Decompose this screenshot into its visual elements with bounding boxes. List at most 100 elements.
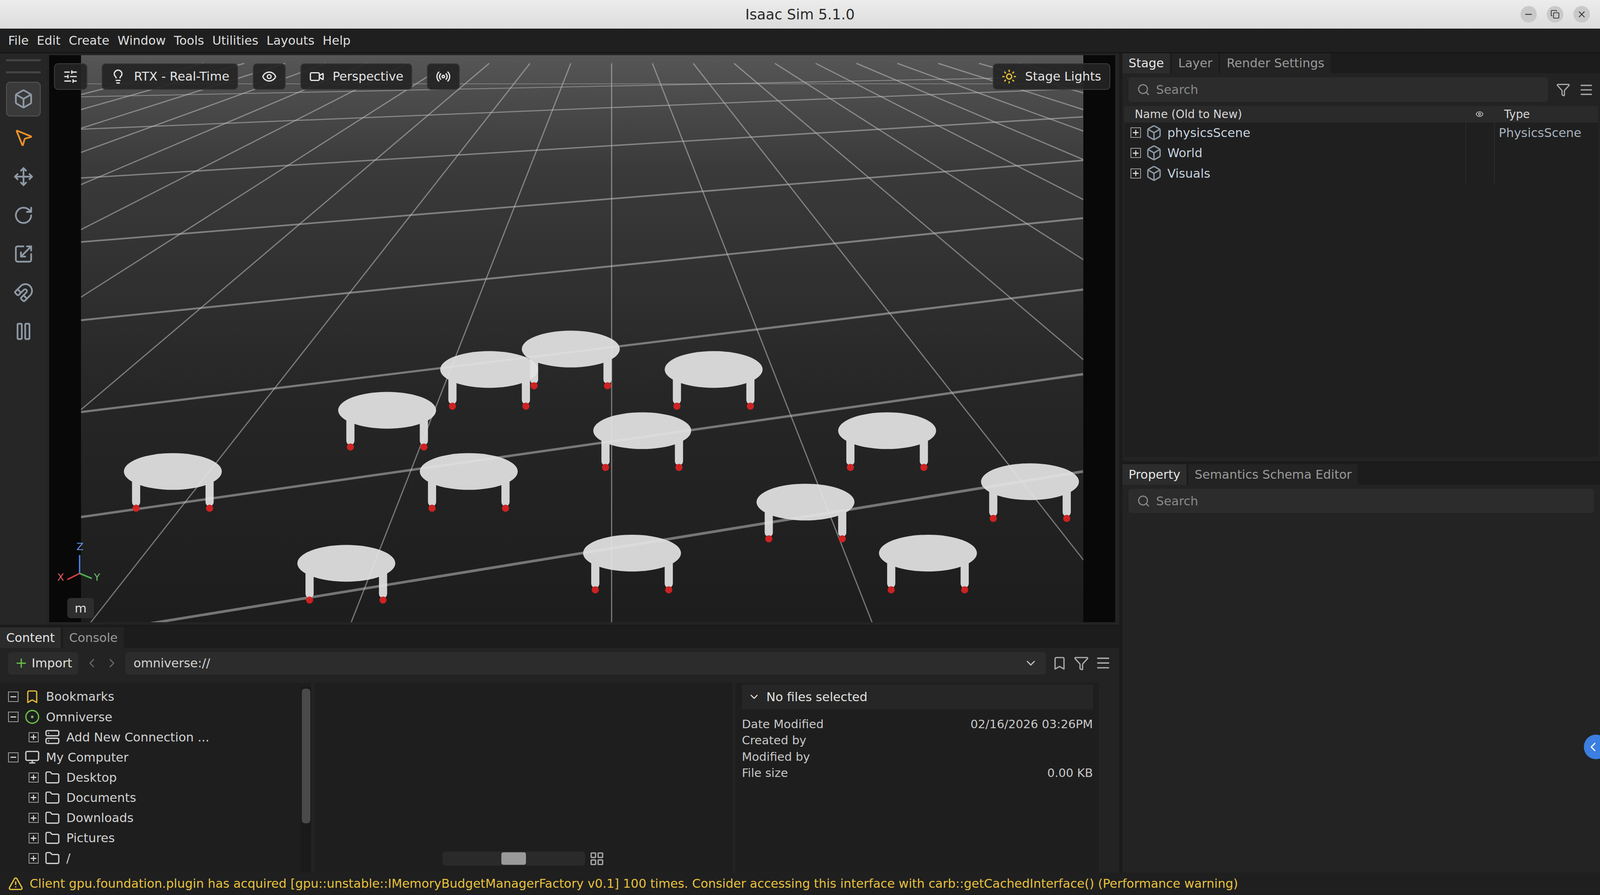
menu-item[interactable]: Layouts — [262, 33, 319, 48]
stage-search-row: Search — [1122, 73, 1600, 106]
import-button[interactable]: Import — [8, 652, 79, 675]
tree-item[interactable]: Omniverse — [8, 706, 302, 728]
expand-icon[interactable] — [28, 853, 39, 864]
menu-item[interactable]: Create — [64, 33, 114, 48]
visibility-cell[interactable] — [1465, 142, 1495, 164]
details-header[interactable]: No files selected — [741, 684, 1093, 710]
visibility-column[interactable] — [1465, 108, 1495, 121]
property-search[interactable]: Search — [1128, 488, 1594, 514]
options-button[interactable] — [1095, 654, 1112, 672]
stage-row[interactable]: physicsScenePhysicsScene — [1124, 122, 1598, 144]
tree-item[interactable]: / — [8, 848, 302, 869]
tool-button[interactable] — [6, 236, 41, 272]
tool-button[interactable] — [6, 314, 41, 350]
left-column: RTX - Real-TimePerspectiveStage LightsZX… — [0, 53, 1120, 873]
filter-button[interactable] — [1073, 655, 1089, 672]
zoom-slider[interactable] — [442, 851, 586, 866]
expand-icon[interactable] — [28, 812, 39, 823]
viewport-render[interactable] — [81, 55, 1083, 623]
options-button[interactable] — [1578, 82, 1594, 98]
bookmark-button[interactable] — [1051, 655, 1068, 672]
tool-button[interactable] — [6, 159, 41, 194]
forward-icon — [104, 656, 119, 671]
forward-button[interactable] — [104, 656, 119, 671]
tab[interactable]: Property — [1122, 464, 1187, 485]
scrollbar[interactable] — [301, 686, 312, 873]
tree-item[interactable]: Add New Connection ... — [8, 727, 302, 748]
menu-item[interactable]: File — [4, 33, 33, 48]
scroll-thumb[interactable] — [301, 688, 310, 824]
prim-type — [1494, 142, 1598, 164]
close-button[interactable] — [1573, 6, 1590, 23]
menu-item[interactable]: Tools — [169, 33, 208, 48]
collapse-icon[interactable] — [8, 691, 19, 702]
tree-item[interactable]: Documents — [8, 787, 302, 809]
menu-icon — [1578, 82, 1594, 98]
tab[interactable]: Semantics Schema Editor — [1188, 464, 1358, 485]
expand-icon[interactable] — [28, 772, 39, 783]
tree-item[interactable]: Desktop — [8, 767, 302, 788]
stage-row[interactable]: Visuals — [1124, 163, 1598, 184]
minimize-button[interactable] — [1520, 6, 1538, 23]
stage-search[interactable]: Search — [1128, 77, 1549, 102]
connection-icon — [44, 729, 61, 745]
tree-item[interactable]: Bookmarks — [8, 686, 302, 707]
menu-item[interactable]: Edit — [32, 33, 65, 48]
column-name[interactable]: Name (Old to New) — [1124, 107, 1466, 121]
menu-item[interactable]: Help — [318, 33, 355, 48]
tab[interactable]: Layer — [1171, 53, 1219, 74]
tree-item[interactable]: My Computer — [8, 747, 302, 768]
unit-button[interactable]: m — [67, 598, 94, 619]
column-type[interactable]: Type — [1494, 107, 1598, 121]
menu-item[interactable]: Window — [113, 33, 170, 48]
expand-icon[interactable] — [1130, 147, 1141, 158]
prim-icon — [1145, 165, 1163, 182]
expand-icon[interactable] — [28, 792, 39, 803]
window-controls — [1520, 6, 1590, 23]
filter-button[interactable] — [1556, 82, 1571, 97]
path-field[interactable]: omniverse:// — [125, 652, 1046, 675]
expand-icon[interactable] — [1130, 127, 1141, 138]
viewport[interactable]: RTX - Real-TimePerspectiveStage LightsZX… — [49, 55, 1116, 623]
viewport-toolbar: RTX - Real-Time Perspective Stage Lights — [54, 63, 1111, 90]
collapse-icon[interactable] — [8, 752, 19, 763]
sensor-button[interactable] — [426, 63, 460, 90]
menu-item[interactable]: Utilities — [208, 33, 263, 48]
content-toolbar: Import omniverse:// — [0, 648, 1120, 679]
eye-icon — [1475, 108, 1484, 121]
tool-button[interactable] — [6, 120, 41, 156]
tool-button[interactable] — [6, 275, 41, 311]
tree-item[interactable]: Downloads — [8, 808, 302, 829]
dropdown-icon[interactable] — [1023, 656, 1038, 671]
zoom-thumb[interactable] — [501, 852, 526, 865]
restore-button[interactable] — [1546, 6, 1564, 23]
renderer-button[interactable]: RTX - Real-Time — [101, 63, 239, 90]
tab[interactable]: Console — [62, 627, 124, 649]
collapse-icon[interactable] — [8, 711, 19, 722]
visibility-button[interactable] — [252, 63, 286, 90]
prim-type: PhysicsScene — [1494, 122, 1598, 144]
grip-handle[interactable] — [6, 59, 41, 74]
visibility-cell[interactable] — [1465, 163, 1495, 184]
stage-row[interactable]: World — [1124, 142, 1598, 164]
visibility-cell[interactable] — [1465, 122, 1495, 144]
lights-button[interactable]: Stage Lights — [992, 63, 1111, 90]
app-window: Isaac Sim 5.1.0FileEditCreateWindowTools… — [0, 0, 1600, 895]
tab[interactable]: Stage — [1122, 53, 1170, 74]
filter-icon — [1073, 655, 1089, 672]
tab[interactable]: Content — [0, 627, 61, 649]
search-icon — [1136, 83, 1151, 97]
tab[interactable]: Render Settings — [1220, 53, 1331, 74]
move-icon — [13, 166, 34, 188]
tool-button[interactable] — [6, 81, 41, 117]
tool-button[interactable] — [6, 197, 41, 233]
grid-view-button[interactable] — [589, 851, 605, 867]
camera-button[interactable]: Perspective — [300, 63, 413, 90]
settings-button[interactable] — [54, 63, 88, 90]
back-button[interactable] — [84, 656, 99, 671]
expand-icon[interactable] — [28, 833, 39, 844]
close-icon — [1576, 9, 1587, 20]
tree-item[interactable]: Pictures — [8, 828, 302, 849]
expand-icon[interactable] — [28, 732, 39, 743]
expand-icon[interactable] — [1130, 168, 1141, 179]
